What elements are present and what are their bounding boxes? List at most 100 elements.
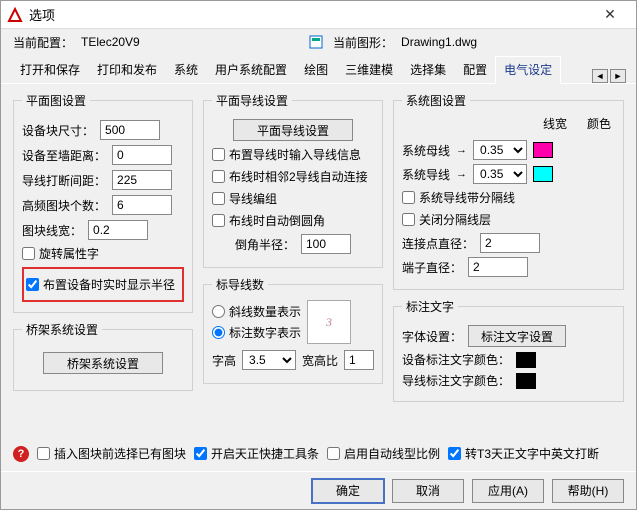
block-lw-input[interactable]: [88, 220, 148, 240]
tab-nav-right[interactable]: ►: [610, 69, 626, 83]
radio-number[interactable]: [212, 326, 225, 339]
fillet-r-input[interactable]: [301, 234, 351, 254]
profile-label: 当前配置：: [13, 34, 73, 51]
tab-3d[interactable]: 三维建模: [336, 56, 402, 83]
arrow-icon: →: [456, 168, 467, 180]
dev-color-swatch[interactable]: [516, 352, 536, 368]
syswire-color-swatch[interactable]: [533, 166, 553, 182]
radio-number-label: 标注数字表示: [229, 324, 301, 341]
t3-checkbox[interactable]: [448, 447, 461, 460]
close-button[interactable]: ✕: [590, 6, 630, 23]
auto-lt-label: 启用自动线型比例: [344, 445, 440, 462]
hf-count-label: 高频图块个数：: [22, 197, 106, 214]
dwg-icon: [309, 34, 325, 50]
conn-d-input[interactable]: [480, 233, 540, 253]
labelnum-group: 标导线数 斜线数量表示 标注数字表示 3 字高 3.5 宽高比: [203, 276, 383, 384]
existing-block-label: 插入图块前选择已有图块: [54, 445, 186, 462]
dev-color-label: 设备标注文字颜色：: [402, 351, 510, 368]
tab-draw[interactable]: 绘图: [295, 56, 337, 83]
wire-settings-button[interactable]: 平面导线设置: [233, 119, 353, 141]
tab-open-save[interactable]: 打开和保存: [11, 56, 89, 83]
wire-legend: 平面导线设置: [212, 92, 292, 109]
break-dist-label: 导线打断间距：: [22, 172, 106, 189]
bridge-settings-button[interactable]: 桥架系统设置: [43, 352, 163, 374]
bridge-group: 桥架系统设置 桥架系统设置: [13, 321, 193, 391]
font-settings-button[interactable]: 标注文字设置: [468, 325, 566, 347]
plan-group: 平面图设置 设备块尺寸： 设备至墙距离： 导线打断间距： 高频图块个数： 图块线…: [13, 92, 193, 313]
term-d-label: 端子直径：: [402, 259, 462, 276]
help-icon[interactable]: ?: [13, 446, 29, 462]
hf-count-input[interactable]: [112, 195, 172, 215]
tab-strip: 打开和保存 打印和发布 系统 用户系统配置 绘图 三维建模 选择集 配置 电气设…: [1, 55, 636, 84]
sys-legend: 系统图设置: [402, 92, 470, 109]
wire-color-label: 导线标注文字颜色：: [402, 372, 510, 389]
block-lw-label: 图块线宽：: [22, 222, 82, 239]
sys-close-layer-label: 关闭分隔线层: [419, 211, 491, 228]
tab-print[interactable]: 打印和发布: [88, 56, 166, 83]
wire-adj2-label: 布线时相邻2导线自动连接: [229, 168, 368, 185]
wall-dist-label: 设备至墙距离：: [22, 147, 106, 164]
fastbar-checkbox[interactable]: [194, 447, 207, 460]
block-size-input[interactable]: [100, 120, 160, 140]
labelnum-preview: 3: [307, 300, 351, 344]
rotate-attr-checkbox[interactable]: [22, 247, 35, 260]
labelnum-legend: 标导线数: [212, 276, 268, 293]
bus-color-swatch[interactable]: [533, 142, 553, 158]
wire-compile-checkbox[interactable]: [212, 192, 225, 205]
height-label: 字高: [212, 352, 236, 369]
wire-fillet-checkbox[interactable]: [212, 214, 225, 227]
labeltxt-legend: 标注文字: [402, 298, 458, 315]
tab-config[interactable]: 配置: [454, 56, 496, 83]
ratio-label: 宽高比: [302, 352, 338, 369]
auto-lt-checkbox[interactable]: [327, 447, 340, 460]
arrow-icon: →: [456, 144, 467, 156]
height-select[interactable]: 3.5: [242, 350, 296, 370]
color-header: 颜色: [587, 115, 611, 132]
realtime-radius-checkbox[interactable]: [26, 278, 39, 291]
tab-elec[interactable]: 电气设定: [495, 56, 561, 84]
term-d-input[interactable]: [468, 257, 528, 277]
radio-slash-label: 斜线数量表示: [229, 303, 301, 320]
profile-value: TElec20V9: [81, 35, 201, 49]
tab-user[interactable]: 用户系统配置: [206, 56, 296, 83]
existing-block-checkbox[interactable]: [37, 447, 50, 460]
fastbar-label: 开启天正快捷工具条: [211, 445, 319, 462]
sys-sep-checkbox[interactable]: [402, 191, 415, 204]
ratio-input[interactable]: [344, 350, 374, 370]
drawing-label: 当前图形：: [333, 34, 393, 51]
help-button[interactable]: 帮助(H): [552, 479, 624, 503]
font-label: 字体设置：: [402, 328, 462, 345]
lw-header: 线宽: [543, 115, 567, 132]
tab-nav-left[interactable]: ◄: [592, 69, 608, 83]
wire-adj2-checkbox[interactable]: [212, 170, 225, 183]
tab-system[interactable]: 系统: [165, 56, 207, 83]
cancel-button[interactable]: 取消: [392, 479, 464, 503]
radio-slash[interactable]: [212, 305, 225, 318]
wire-compile-label: 导线编组: [229, 190, 277, 207]
drawing-value: Drawing1.dwg: [401, 35, 521, 49]
break-dist-input[interactable]: [112, 170, 172, 190]
wire-group: 平面导线设置 平面导线设置 布置导线时输入导线信息 布线时相邻2导线自动连接 导…: [203, 92, 383, 268]
wiretxt-color-swatch[interactable]: [516, 373, 536, 389]
plan-legend: 平面图设置: [22, 92, 90, 109]
app-icon: [7, 7, 23, 23]
wall-dist-input[interactable]: [112, 145, 172, 165]
sys-close-layer-checkbox[interactable]: [402, 213, 415, 226]
window-title: 选项: [29, 5, 590, 24]
sys-group: 系统图设置 线宽颜色 系统母线→0.35 系统导线→0.35 系统导线带分隔线 …: [393, 92, 624, 290]
t3-label: 转T3天正文字中英文打断: [465, 445, 599, 462]
syswire-lw-select[interactable]: 0.35: [473, 164, 527, 184]
block-size-label: 设备块尺寸：: [22, 122, 94, 139]
wire-fillet-label: 布线时自动倒圆角: [229, 212, 325, 229]
tab-select[interactable]: 选择集: [401, 56, 455, 83]
bus-lw-select[interactable]: 0.35: [473, 140, 527, 160]
apply-button[interactable]: 应用(A): [472, 479, 544, 503]
ok-button[interactable]: 确定: [312, 479, 384, 503]
fillet-r-label: 倒角半径：: [235, 236, 295, 253]
bus-label: 系统母线: [402, 142, 450, 159]
bridge-legend: 桥架系统设置: [22, 321, 102, 338]
wire-input-info-checkbox[interactable]: [212, 148, 225, 161]
sys-sep-label: 系统导线带分隔线: [419, 189, 515, 206]
wire-input-info-label: 布置导线时输入导线信息: [229, 146, 361, 163]
labeltxt-group: 标注文字 字体设置： 标注文字设置 设备标注文字颜色： 导线标注文字颜色：: [393, 298, 624, 402]
